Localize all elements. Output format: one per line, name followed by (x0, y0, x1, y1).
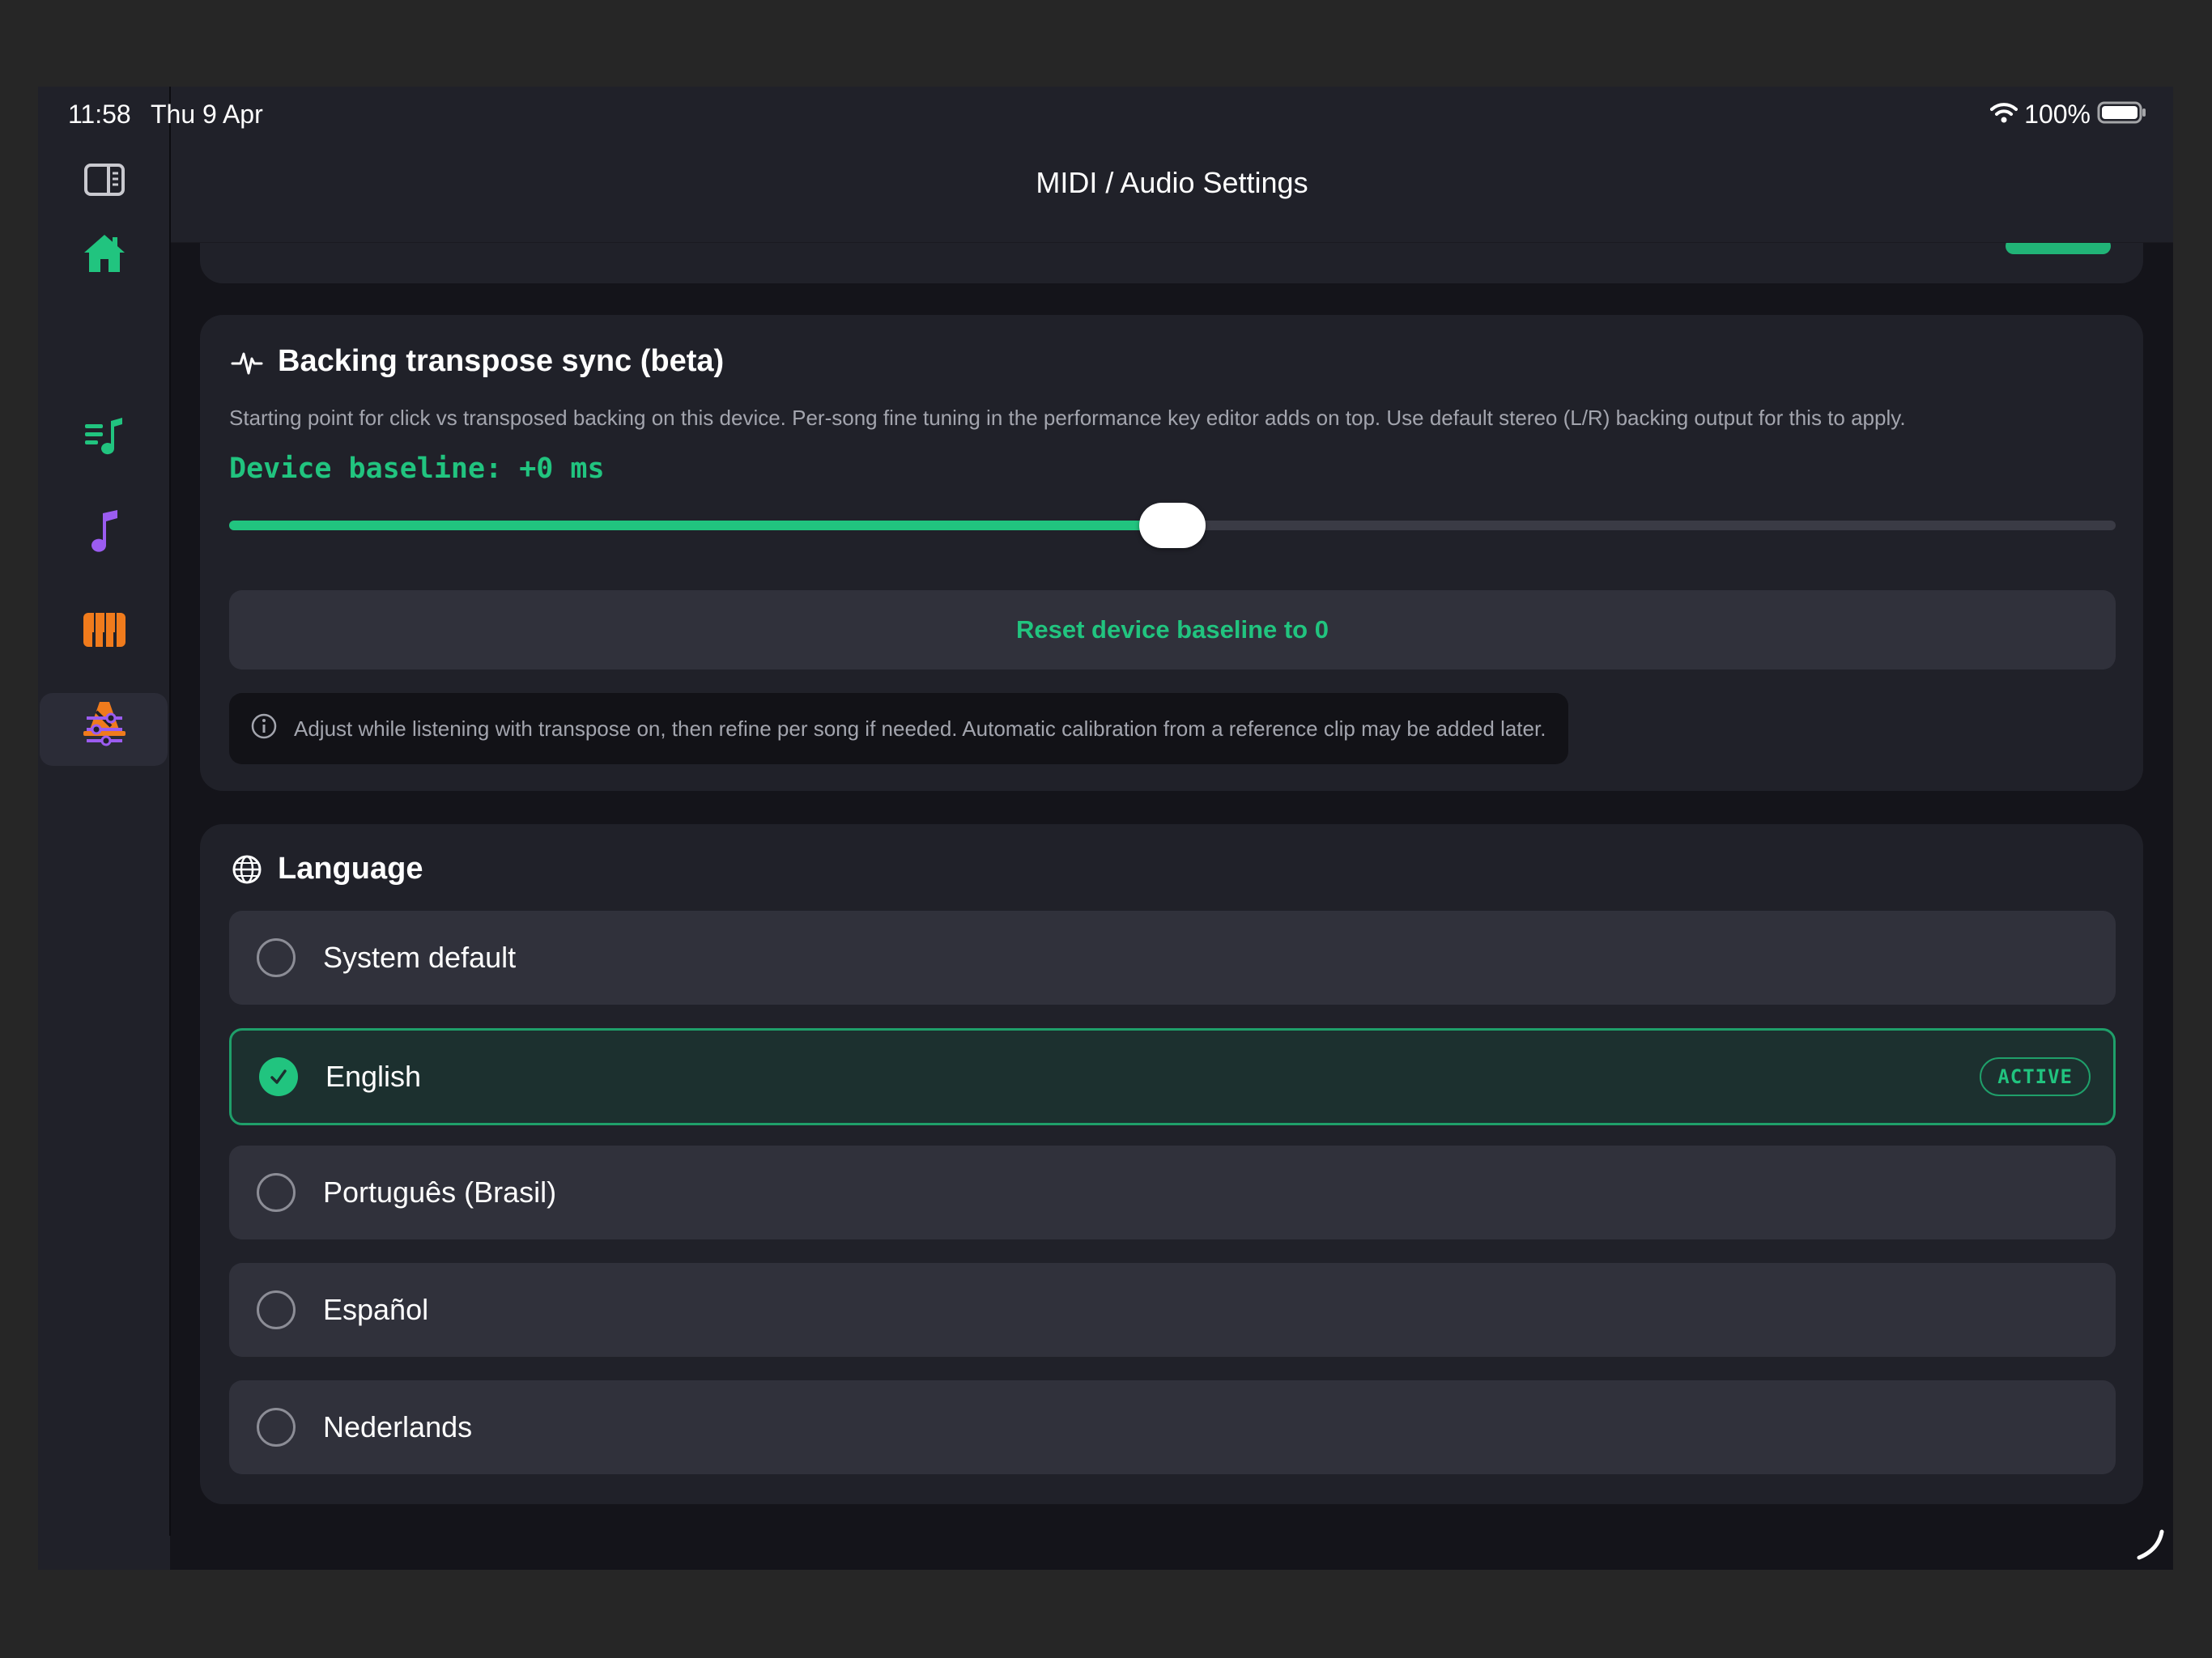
ipad-screen: Backing transpose sync (beta) Starting p… (38, 87, 2173, 1570)
transpose-sync-card: Backing transpose sync (beta) Starting p… (200, 315, 2143, 791)
checkmark-icon (270, 1069, 287, 1084)
radio-button[interactable] (257, 1408, 296, 1447)
waveform-icon (231, 347, 263, 384)
info-text: Adjust while listening with transpose on… (294, 716, 1546, 741)
language-card: Language System default English ACTIVE P… (200, 824, 2143, 1504)
active-badge: ACTIVE (1980, 1057, 2091, 1096)
baseline-slider[interactable] (229, 501, 2116, 550)
page-title: MIDI / Audio Settings (1036, 166, 1308, 199)
slider-fill (229, 521, 1172, 530)
baseline-readout: Device baseline: +0 ms (229, 453, 605, 485)
info-note: Adjust while listening with transpose on… (229, 693, 1569, 764)
sidebar-toggle-icon[interactable] (38, 143, 170, 216)
section-title: Backing transpose sync (beta) (278, 344, 725, 378)
reset-baseline-button[interactable]: Reset device baseline to 0 (229, 590, 2116, 670)
piano-icon[interactable] (38, 593, 170, 666)
language-option-spanish[interactable]: Español (229, 1263, 2116, 1357)
language-option-label: Português (Brasil) (323, 1175, 557, 1209)
music-note-icon[interactable] (38, 496, 170, 569)
battery-percentage: 100% (2024, 100, 2091, 129)
language-option-label: Español (323, 1293, 429, 1326)
sidebar (38, 87, 170, 1570)
resize-handle-icon[interactable] (2131, 1525, 2167, 1565)
radio-button[interactable] (257, 1290, 296, 1329)
language-option-label: Nederlands (323, 1410, 473, 1443)
battery-icon (2097, 100, 2147, 129)
section-title: Language (278, 852, 423, 886)
language-option-label: English (325, 1060, 422, 1093)
settings-content[interactable]: Backing transpose sync (beta) Starting p… (171, 87, 2173, 1570)
globe-icon (231, 853, 263, 890)
section-description: Starting point for click vs transposed b… (229, 406, 1906, 430)
info-icon (250, 712, 278, 746)
playlist-icon[interactable] (38, 401, 170, 474)
language-option-dutch[interactable]: Nederlands (229, 1380, 2116, 1474)
navigation-bar: MIDI / Audio Settings (171, 87, 2173, 243)
radio-button[interactable] (257, 938, 296, 977)
sliders-icon[interactable] (38, 693, 170, 766)
wifi-icon (1990, 102, 2018, 127)
status-time: 11:58 (68, 100, 131, 129)
radio-button-checked[interactable] (259, 1057, 298, 1096)
language-option-label: System default (323, 941, 517, 974)
language-option-english[interactable]: English ACTIVE (229, 1028, 2116, 1125)
status-date: Thu 9 Apr (151, 100, 263, 129)
language-option-system-default[interactable]: System default (229, 911, 2116, 1005)
status-indicators: 100% (1990, 100, 2147, 130)
home-icon[interactable] (38, 217, 170, 290)
slider-thumb[interactable] (1139, 503, 1206, 548)
radio-button[interactable] (257, 1173, 296, 1212)
language-option-portuguese[interactable]: Português (Brasil) (229, 1146, 2116, 1239)
